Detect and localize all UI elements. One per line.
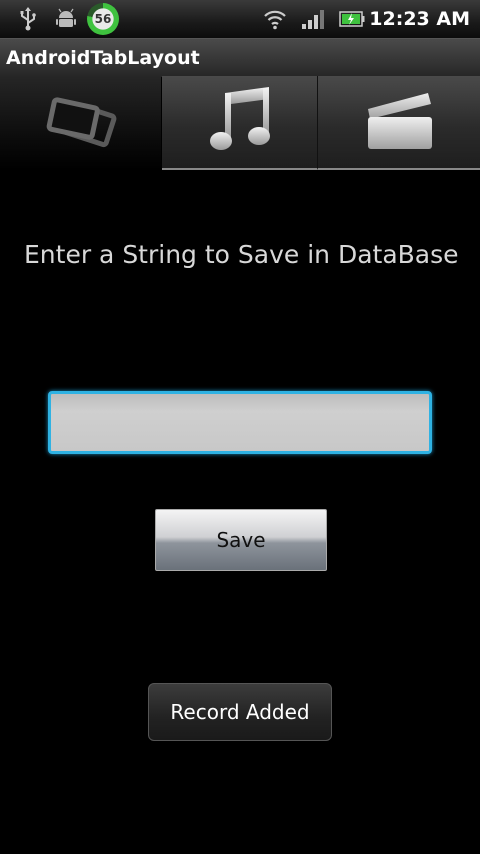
status-bar: 56 12:23 AM [0, 0, 480, 38]
android-debug-icon [54, 0, 78, 38]
tab-photos[interactable] [0, 76, 161, 170]
usb-icon [16, 0, 40, 38]
app-title: AndroidTabLayout [6, 47, 200, 69]
music-note-icon [207, 85, 273, 159]
wifi-icon [262, 0, 288, 38]
battery-badge-icon: 56 [87, 3, 119, 35]
status-clock: 12:23 AM [369, 8, 470, 30]
string-input[interactable] [48, 391, 432, 454]
video-clapper-icon [364, 87, 434, 157]
app-title-bar: AndroidTabLayout [0, 38, 480, 77]
photos-icon [45, 94, 117, 152]
signal-icon [300, 0, 326, 38]
prompt-label: Enter a String to Save in DataBase [24, 240, 459, 269]
tab-bar [0, 76, 480, 170]
tab-music[interactable] [162, 76, 318, 170]
save-button[interactable]: Save [155, 509, 327, 571]
toast-message: Record Added [148, 683, 332, 741]
tab-videos[interactable] [318, 76, 480, 170]
battery-icon [338, 0, 366, 38]
badge-value: 56 [94, 12, 112, 26]
